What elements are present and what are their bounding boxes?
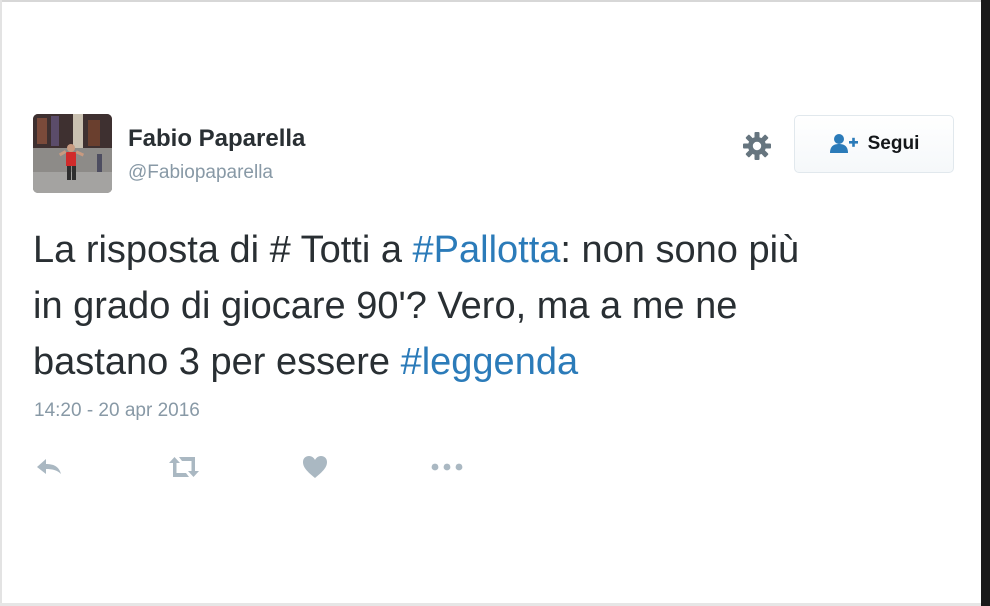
- tweet-line: in grado di giocare 90'? Vero, ma a me n…: [33, 278, 953, 334]
- tweet-text-segment: : non sono più: [560, 229, 800, 271]
- tweet-text-segment: in grado di giocare 90'? Vero, ma a me n…: [33, 285, 738, 327]
- tweet-timestamp[interactable]: 14:20 - 20 apr 2016: [34, 400, 200, 422]
- tweet-line: bastano 3 per essere #leggenda: [33, 334, 953, 390]
- avatar[interactable]: [33, 114, 112, 193]
- tweet-text-segment: bastano 3 per essere: [33, 341, 401, 383]
- tweet-line: La risposta di # Totti a #Pallotta: non …: [33, 222, 953, 278]
- hashtag-link[interactable]: #Pallotta: [413, 229, 561, 271]
- frame-border: [0, 0, 990, 2]
- gear-icon[interactable]: [741, 130, 773, 162]
- follow-button-label: Segui: [867, 133, 920, 154]
- frame-border: [0, 0, 2, 606]
- tweet-text-segment: La risposta di # Totti a: [33, 229, 413, 271]
- more-icon[interactable]: [430, 452, 464, 482]
- like-icon[interactable]: [301, 452, 329, 482]
- tweet-text: La risposta di # Totti a #Pallotta: non …: [33, 222, 953, 390]
- user-name[interactable]: Fabio Paparella: [128, 125, 305, 153]
- reply-icon[interactable]: [34, 452, 64, 482]
- retweet-icon[interactable]: [166, 452, 202, 482]
- follow-button[interactable]: Segui: [794, 115, 954, 173]
- user-handle[interactable]: @Fabiopaparella: [128, 162, 273, 184]
- add-user-icon: [829, 134, 858, 153]
- tweet-card: Fabio Paparella @Fabiopaparella Segui La…: [0, 0, 981, 606]
- hashtag-link[interactable]: #leggenda: [401, 341, 579, 383]
- frame-border: [981, 0, 990, 606]
